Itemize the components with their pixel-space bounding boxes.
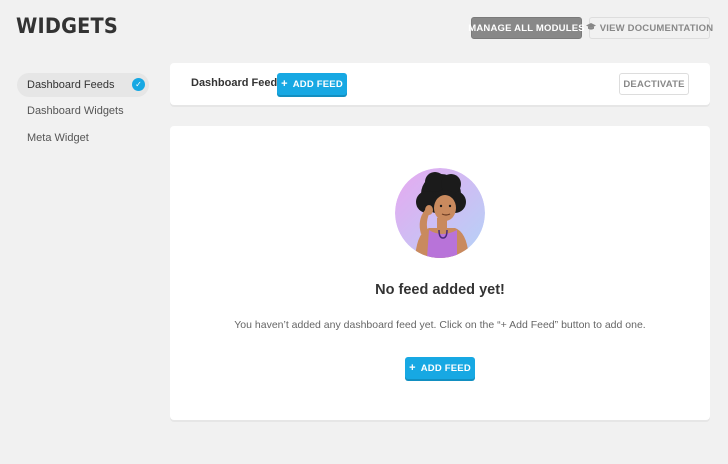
add-feed-label: ADD FEED xyxy=(420,362,471,374)
deactivate-button[interactable]: DEACTIVATE xyxy=(619,73,689,95)
plus-icon: + xyxy=(281,78,288,90)
sidebar-item-label: Meta Widget xyxy=(27,132,89,144)
view-documentation-button[interactable]: VIEW DOCUMENTATION xyxy=(585,17,713,39)
empty-state-description: You haven’t added any dashboard feed yet… xyxy=(234,319,646,331)
check-icon: ✓ xyxy=(132,78,145,91)
manage-all-modules-label: MANAGE ALL MODULES xyxy=(468,22,585,34)
empty-state-illustration xyxy=(395,168,485,258)
sidebar-item-label: Dashboard Feeds xyxy=(27,79,115,91)
sidebar-item-label: Dashboard Widgets xyxy=(27,105,124,117)
page-title: WIDGETS xyxy=(16,14,118,38)
empty-state-title: No feed added yet! xyxy=(375,282,505,298)
deactivate-label: DEACTIVATE xyxy=(623,78,685,90)
add-feed-button[interactable]: + ADD FEED xyxy=(277,73,347,95)
sidebar-item-dashboard-feeds[interactable]: Dashboard Feeds ✓ xyxy=(17,73,149,97)
sidebar-item-dashboard-widgets[interactable]: Dashboard Widgets xyxy=(17,99,149,123)
add-feed-button-empty-state[interactable]: + ADD FEED xyxy=(405,357,475,379)
view-documentation-label: VIEW DOCUMENTATION xyxy=(599,22,714,34)
manage-all-modules-button[interactable]: MANAGE ALL MODULES xyxy=(468,17,585,39)
graduation-cap-icon xyxy=(585,23,596,33)
empty-state-card: No feed added yet! You haven’t added any… xyxy=(170,126,710,420)
module-header-card: Dashboard Feeds + ADD FEED DEACTIVATE xyxy=(170,63,710,105)
add-feed-label: ADD FEED xyxy=(292,78,343,90)
plus-icon: + xyxy=(409,362,416,374)
sidebar-item-meta-widget[interactable]: Meta Widget xyxy=(17,126,149,150)
module-title: Dashboard Feeds xyxy=(191,77,284,89)
